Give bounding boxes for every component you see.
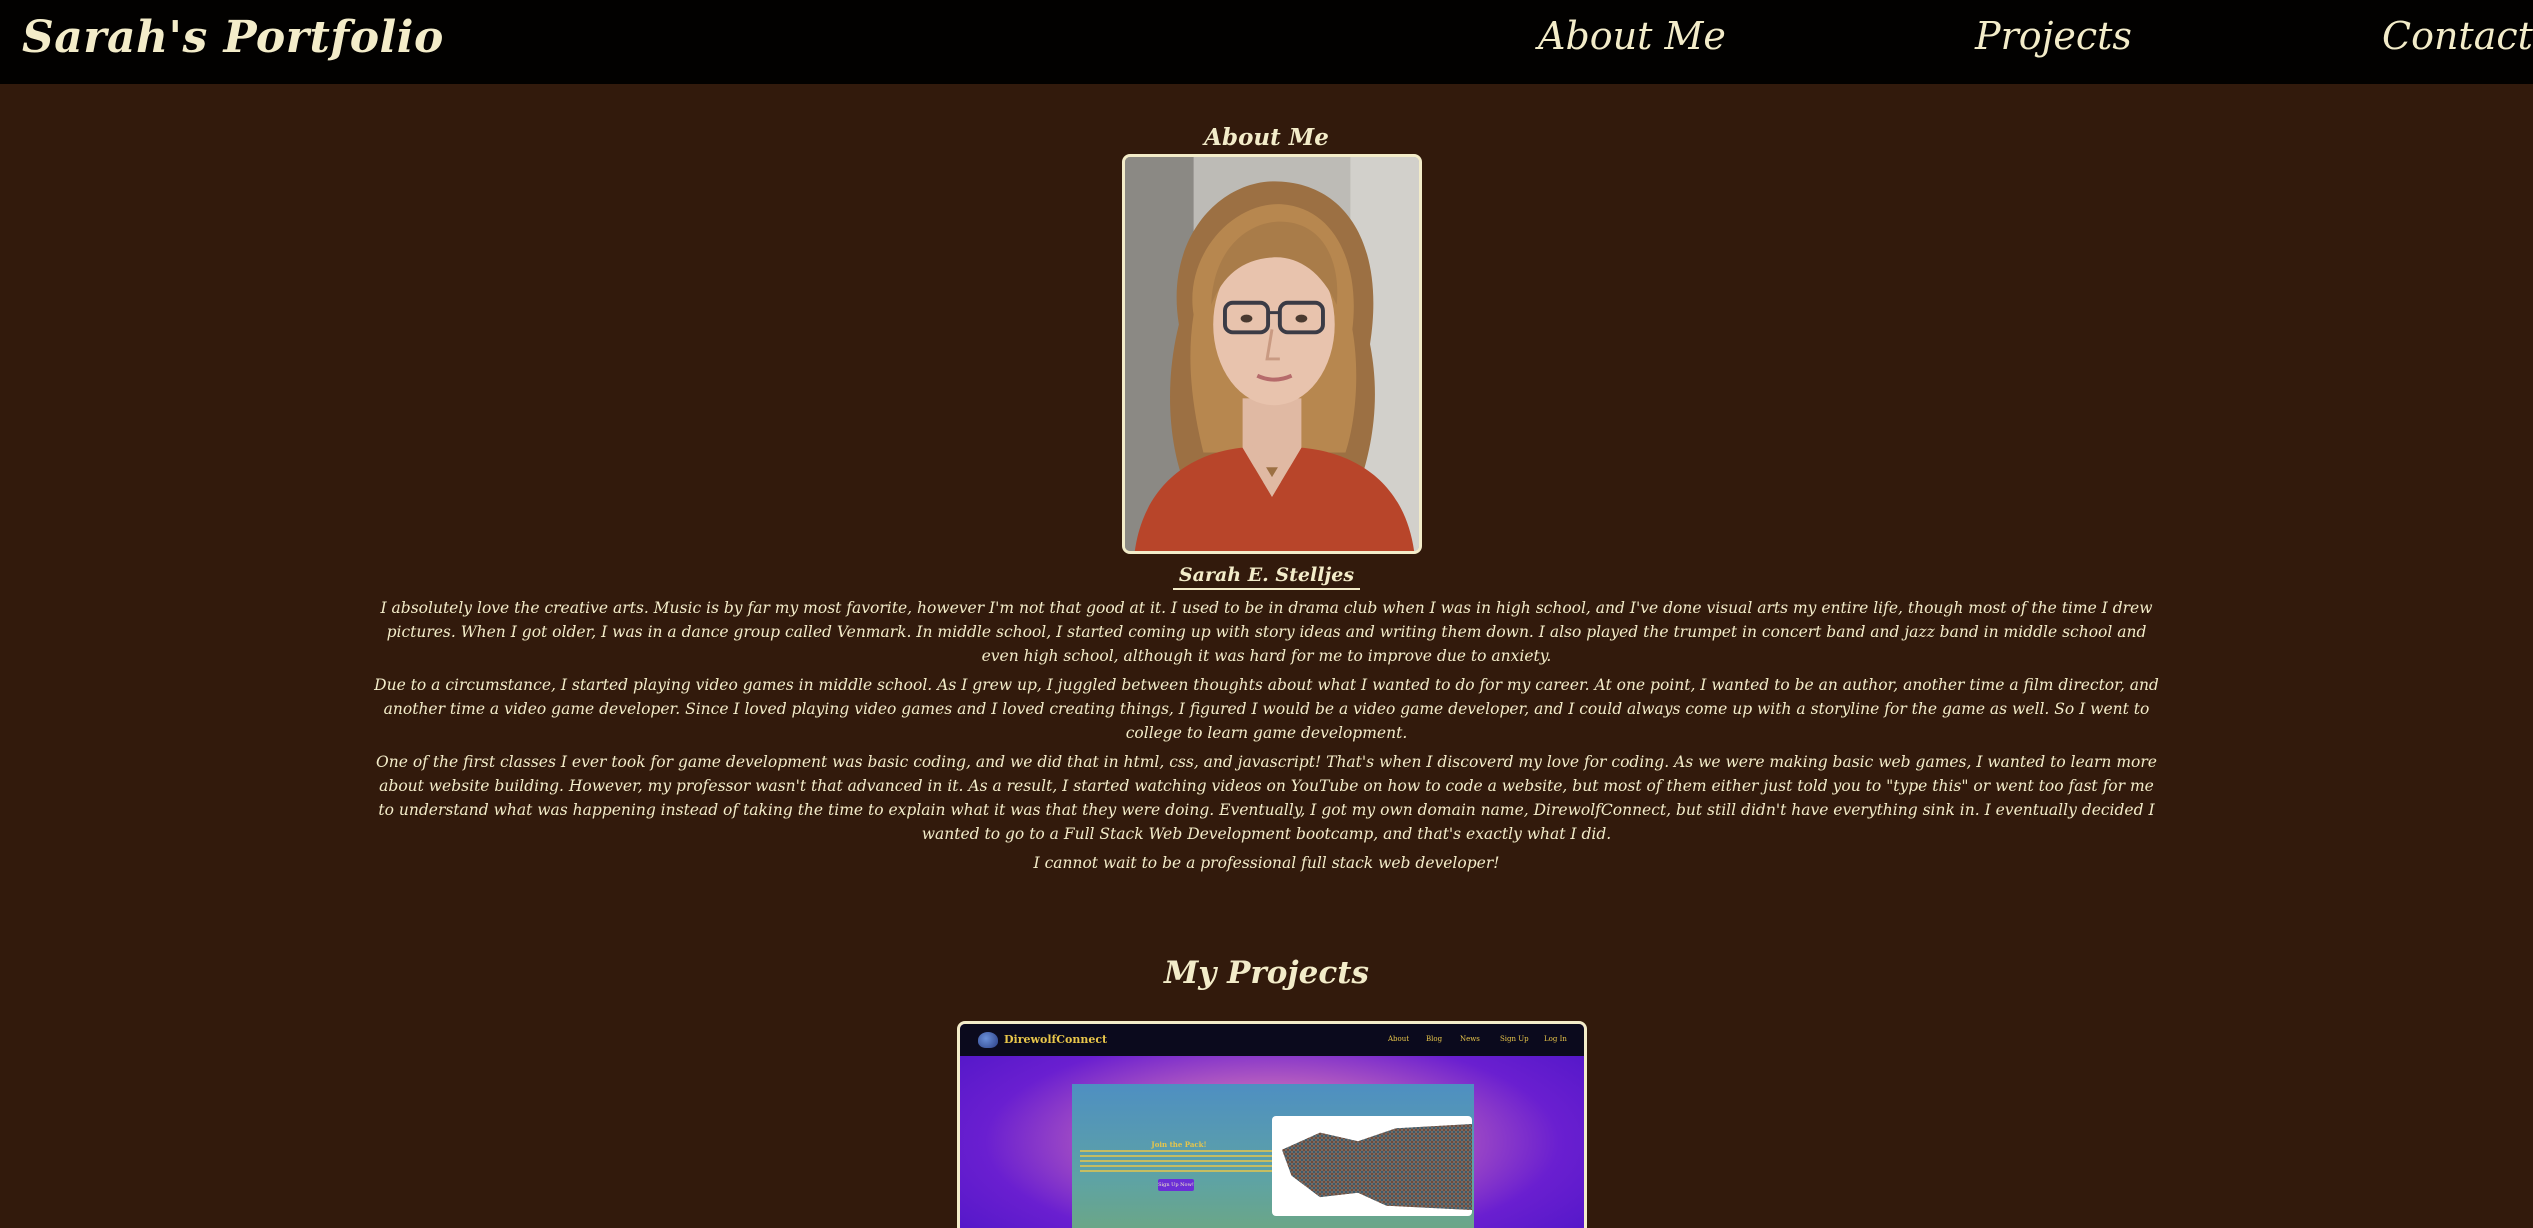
- project-preview-navbar: DirewolfConnect About Blog News Sign Up …: [960, 1024, 1584, 1056]
- project-preview-nav-link: Sign Up: [1500, 1035, 1529, 1043]
- about-heading: About Me: [1204, 124, 1329, 151]
- bio-paragraph: I absolutely love the creative arts. Mus…: [380, 599, 2153, 665]
- project-card-direwolfconnect[interactable]: DirewolfConnect About Blog News Sign Up …: [957, 1021, 1587, 1228]
- profile-name: Sarah E. Stelljes: [0, 564, 2533, 590]
- site-title[interactable]: Sarah's Portfolio: [22, 12, 444, 63]
- bio-paragraph: Due to a circumstance, I started playing…: [374, 676, 2159, 742]
- project-preview-crowd-image: [1272, 1116, 1472, 1216]
- projects-heading: My Projects: [1163, 955, 1370, 991]
- project-preview-signup-button: Sign Up Now!: [1158, 1179, 1194, 1191]
- profile-photo-image: [1125, 157, 1419, 551]
- project-preview-nav-link: About: [1388, 1035, 1410, 1043]
- navbar: Sarah's Portfolio About Me Projects Cont…: [0, 0, 2533, 84]
- project-preview-nav-link: Blog: [1426, 1035, 1443, 1043]
- profile-photo: [1122, 154, 1422, 554]
- project-preview-hero: Join the Pack! Sign Up Now!: [1072, 1084, 1474, 1228]
- project-preview-nav-link: News: [1460, 1035, 1480, 1043]
- crowd-map-image: [1282, 1124, 1472, 1210]
- about-bio: I absolutely love the creative arts. Mus…: [370, 596, 2163, 880]
- nav-link-projects[interactable]: Projects: [1975, 14, 2132, 58]
- project-preview-brand: DirewolfConnect: [1004, 1033, 1108, 1046]
- bio-paragraph: I cannot wait to be a professional full …: [1033, 854, 1500, 872]
- nav-link-about[interactable]: About Me: [1538, 14, 1726, 58]
- profile-name-text: Sarah E. Stelljes: [1172, 564, 1361, 590]
- wolf-logo-icon: [978, 1032, 998, 1048]
- nav-link-contact[interactable]: Contact: [2382, 14, 2533, 58]
- bio-paragraph: One of the first classes I ever took for…: [376, 753, 2157, 843]
- project-preview-hero-title: Join the Pack!: [1151, 1140, 1207, 1149]
- project-preview-hero-text: [1080, 1150, 1280, 1172]
- project-preview-nav-link: Log In: [1544, 1035, 1567, 1043]
